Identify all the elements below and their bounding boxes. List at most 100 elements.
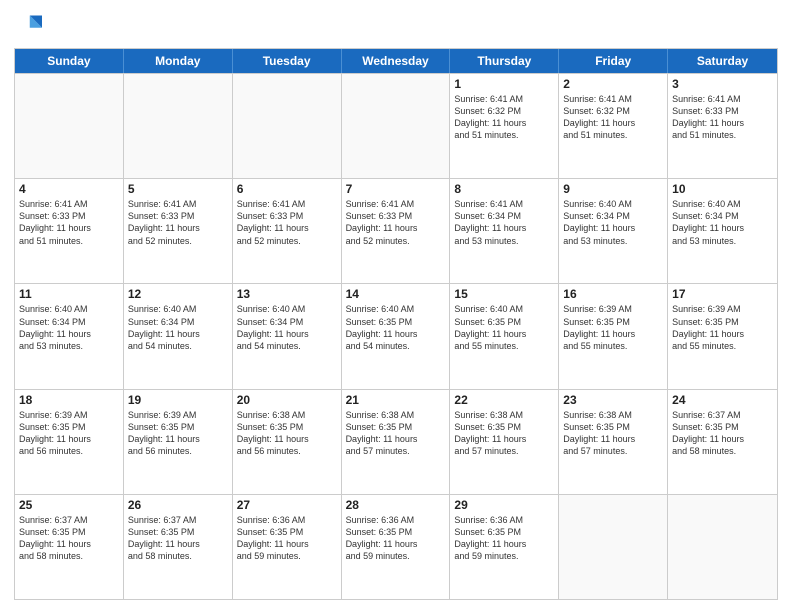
cell-info-line: Daylight: 11 hours — [237, 222, 337, 234]
cal-cell: 11Sunrise: 6:40 AMSunset: 6:34 PMDayligh… — [15, 284, 124, 388]
cal-cell: 15Sunrise: 6:40 AMSunset: 6:35 PMDayligh… — [450, 284, 559, 388]
cell-info-line: Daylight: 11 hours — [454, 117, 554, 129]
cell-info-line: and 53 minutes. — [672, 235, 773, 247]
cell-info-line: and 52 minutes. — [237, 235, 337, 247]
cal-cell: 22Sunrise: 6:38 AMSunset: 6:35 PMDayligh… — [450, 390, 559, 494]
day-number: 23 — [563, 393, 663, 407]
cell-info-line: Sunrise: 6:37 AM — [19, 514, 119, 526]
cell-info-line: and 51 minutes. — [19, 235, 119, 247]
calendar: SundayMondayTuesdayWednesdayThursdayFrid… — [14, 48, 778, 600]
cal-header-saturday: Saturday — [668, 49, 777, 73]
cal-cell: 12Sunrise: 6:40 AMSunset: 6:34 PMDayligh… — [124, 284, 233, 388]
logo — [14, 12, 46, 40]
cell-info-line: Daylight: 11 hours — [128, 538, 228, 550]
day-number: 13 — [237, 287, 337, 301]
cell-info-line: Sunrise: 6:38 AM — [237, 409, 337, 421]
cal-cell: 16Sunrise: 6:39 AMSunset: 6:35 PMDayligh… — [559, 284, 668, 388]
cal-row-1: 4Sunrise: 6:41 AMSunset: 6:33 PMDaylight… — [15, 178, 777, 283]
cell-info-line: Sunset: 6:34 PM — [454, 210, 554, 222]
cell-info-line: Daylight: 11 hours — [128, 328, 228, 340]
cell-info-line: and 57 minutes. — [563, 445, 663, 457]
cell-info-line: Sunset: 6:35 PM — [454, 526, 554, 538]
day-number: 28 — [346, 498, 446, 512]
cell-info-line: Sunset: 6:35 PM — [672, 421, 773, 433]
cell-info-line: Daylight: 11 hours — [563, 117, 663, 129]
cell-info-line: Sunset: 6:35 PM — [237, 526, 337, 538]
cell-info-line: and 55 minutes. — [563, 340, 663, 352]
cell-info-line: Sunrise: 6:41 AM — [19, 198, 119, 210]
cal-cell — [124, 74, 233, 178]
cell-info-line: Sunrise: 6:41 AM — [346, 198, 446, 210]
cell-info-line: Daylight: 11 hours — [128, 433, 228, 445]
cell-info-line: and 58 minutes. — [128, 550, 228, 562]
cell-info-line: and 51 minutes. — [563, 129, 663, 141]
cal-header-friday: Friday — [559, 49, 668, 73]
day-number: 26 — [128, 498, 228, 512]
day-number: 21 — [346, 393, 446, 407]
cal-cell: 13Sunrise: 6:40 AMSunset: 6:34 PMDayligh… — [233, 284, 342, 388]
cal-cell: 8Sunrise: 6:41 AMSunset: 6:34 PMDaylight… — [450, 179, 559, 283]
day-number: 8 — [454, 182, 554, 196]
cell-info-line: Daylight: 11 hours — [346, 328, 446, 340]
cell-info-line: Daylight: 11 hours — [672, 328, 773, 340]
cell-info-line: and 55 minutes. — [672, 340, 773, 352]
cal-cell: 27Sunrise: 6:36 AMSunset: 6:35 PMDayligh… — [233, 495, 342, 599]
cell-info-line: and 58 minutes. — [19, 550, 119, 562]
cell-info-line: and 56 minutes. — [128, 445, 228, 457]
cell-info-line: Sunrise: 6:39 AM — [128, 409, 228, 421]
day-number: 24 — [672, 393, 773, 407]
cell-info-line: and 51 minutes. — [454, 129, 554, 141]
cal-row-3: 18Sunrise: 6:39 AMSunset: 6:35 PMDayligh… — [15, 389, 777, 494]
cell-info-line: and 58 minutes. — [672, 445, 773, 457]
day-number: 29 — [454, 498, 554, 512]
cell-info-line: Sunset: 6:34 PM — [128, 316, 228, 328]
day-number: 27 — [237, 498, 337, 512]
cell-info-line: Sunrise: 6:41 AM — [563, 93, 663, 105]
cell-info-line: Sunrise: 6:40 AM — [672, 198, 773, 210]
cell-info-line: Sunset: 6:35 PM — [128, 526, 228, 538]
cal-cell: 4Sunrise: 6:41 AMSunset: 6:33 PMDaylight… — [15, 179, 124, 283]
cell-info-line: Sunrise: 6:38 AM — [454, 409, 554, 421]
cell-info-line: Sunset: 6:35 PM — [454, 316, 554, 328]
cell-info-line: Sunset: 6:35 PM — [454, 421, 554, 433]
cell-info-line: Sunset: 6:33 PM — [346, 210, 446, 222]
cell-info-line: Sunrise: 6:39 AM — [672, 303, 773, 315]
cal-cell: 14Sunrise: 6:40 AMSunset: 6:35 PMDayligh… — [342, 284, 451, 388]
cell-info-line: Daylight: 11 hours — [346, 538, 446, 550]
day-number: 9 — [563, 182, 663, 196]
day-number: 14 — [346, 287, 446, 301]
cal-cell: 7Sunrise: 6:41 AMSunset: 6:33 PMDaylight… — [342, 179, 451, 283]
cell-info-line: Daylight: 11 hours — [672, 222, 773, 234]
cal-cell — [233, 74, 342, 178]
cell-info-line: Sunset: 6:34 PM — [19, 316, 119, 328]
day-number: 4 — [19, 182, 119, 196]
cell-info-line: Sunset: 6:35 PM — [563, 421, 663, 433]
cell-info-line: Daylight: 11 hours — [346, 222, 446, 234]
cell-info-line: Sunrise: 6:39 AM — [563, 303, 663, 315]
cell-info-line: and 53 minutes. — [19, 340, 119, 352]
day-number: 22 — [454, 393, 554, 407]
cell-info-line: Sunrise: 6:41 AM — [454, 93, 554, 105]
cell-info-line: Sunrise: 6:36 AM — [346, 514, 446, 526]
cell-info-line: Sunset: 6:35 PM — [672, 316, 773, 328]
cal-header-wednesday: Wednesday — [342, 49, 451, 73]
cell-info-line: Sunrise: 6:40 AM — [237, 303, 337, 315]
cal-cell — [668, 495, 777, 599]
day-number: 20 — [237, 393, 337, 407]
cal-cell: 29Sunrise: 6:36 AMSunset: 6:35 PMDayligh… — [450, 495, 559, 599]
cell-info-line: Sunset: 6:35 PM — [346, 316, 446, 328]
cell-info-line: and 59 minutes. — [346, 550, 446, 562]
cal-cell: 25Sunrise: 6:37 AMSunset: 6:35 PMDayligh… — [15, 495, 124, 599]
cell-info-line: and 57 minutes. — [454, 445, 554, 457]
cal-header-sunday: Sunday — [15, 49, 124, 73]
day-number: 3 — [672, 77, 773, 91]
cell-info-line: Daylight: 11 hours — [563, 222, 663, 234]
cell-info-line: Sunrise: 6:41 AM — [672, 93, 773, 105]
day-number: 2 — [563, 77, 663, 91]
cal-cell: 20Sunrise: 6:38 AMSunset: 6:35 PMDayligh… — [233, 390, 342, 494]
cal-cell: 19Sunrise: 6:39 AMSunset: 6:35 PMDayligh… — [124, 390, 233, 494]
cell-info-line: Daylight: 11 hours — [19, 433, 119, 445]
cell-info-line: Sunset: 6:32 PM — [563, 105, 663, 117]
cell-info-line: and 53 minutes. — [563, 235, 663, 247]
day-number: 1 — [454, 77, 554, 91]
